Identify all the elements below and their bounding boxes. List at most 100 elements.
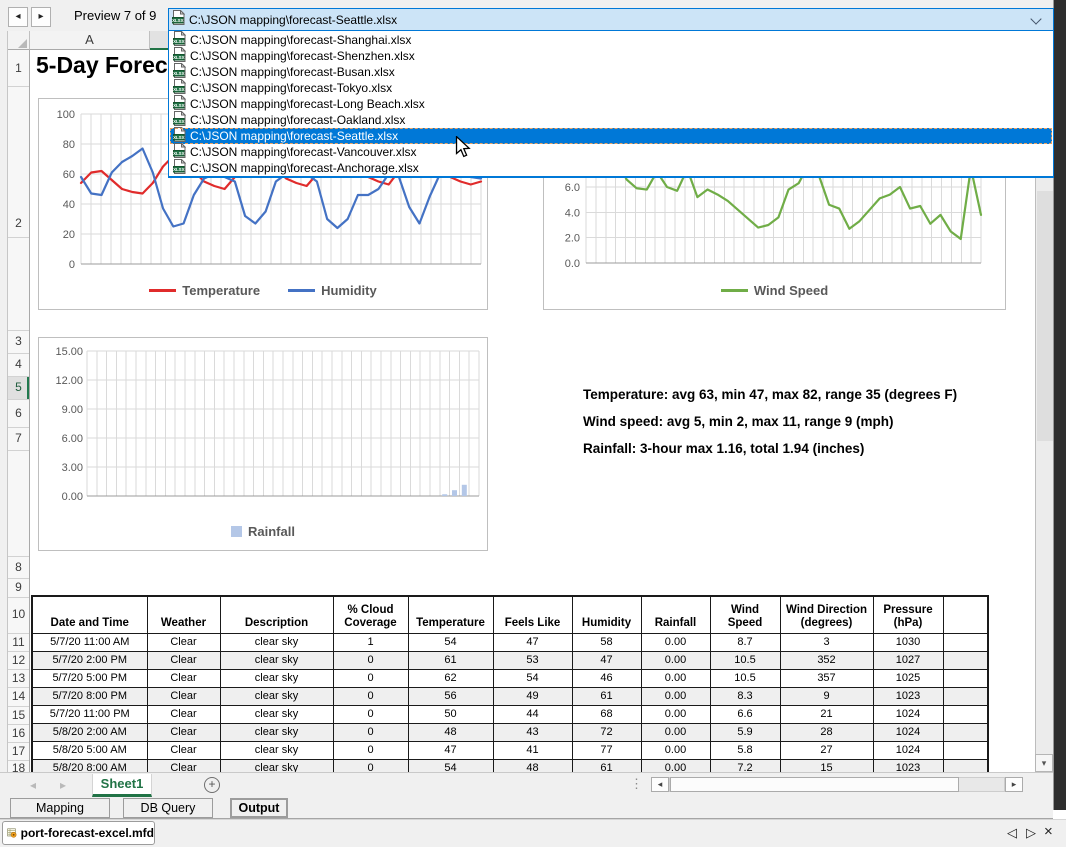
table-cell: 27 xyxy=(780,741,873,759)
row-header-divider xyxy=(8,742,29,743)
forecast-table-header: Date and TimeWeatherDescription% CloudCo… xyxy=(32,596,988,633)
row-header-8[interactable]: 8 xyxy=(8,560,29,574)
row-header-6[interactable]: 6 xyxy=(8,406,29,420)
row-header-divider xyxy=(8,86,29,87)
file-option[interactable]: XLSXC:\JSON mapping\forecast-Shenzhen.xl… xyxy=(170,48,1052,64)
table-cell: 5/7/20 8:00 PM xyxy=(32,687,147,705)
table-header-cell: Wind Direction(degrees) xyxy=(780,596,873,633)
file-option[interactable]: XLSXC:\JSON mapping\forecast-Anchorage.x… xyxy=(170,160,1052,176)
table-cell: 1030 xyxy=(873,633,943,651)
table-cell: 1024 xyxy=(873,705,943,723)
row-header-5[interactable]: 5 xyxy=(8,380,29,394)
table-cell: 58 xyxy=(572,633,641,651)
corner-triangle-icon xyxy=(18,39,27,48)
table-cell: 0 xyxy=(333,723,408,741)
doc-close-icon[interactable]: × xyxy=(1044,823,1053,840)
drag-handle-icon[interactable]: ⋮ xyxy=(630,776,643,792)
table-cell xyxy=(943,759,988,772)
column-header-a[interactable]: A xyxy=(30,31,150,50)
preview-next-button[interactable]: ▸ xyxy=(31,7,51,27)
table-header-cell xyxy=(943,596,988,633)
table-cell: 357 xyxy=(780,669,873,687)
column-header-b-partial[interactable] xyxy=(150,31,168,50)
table-cell xyxy=(943,723,988,741)
row-header-12[interactable]: 12 xyxy=(8,653,29,667)
file-option[interactable]: XLSXC:\JSON mapping\forecast-Long Beach.… xyxy=(170,96,1052,112)
table-cell xyxy=(943,669,988,687)
table-cell: 5/7/20 5:00 PM xyxy=(32,669,147,687)
file-option-label: C:\JSON mapping\forecast-Vancouver.xlsx xyxy=(190,145,417,159)
table-cell: 1027 xyxy=(873,651,943,669)
row-header-9[interactable]: 9 xyxy=(8,580,29,594)
file-option-label: C:\JSON mapping\forecast-Busan.xlsx xyxy=(190,65,395,79)
row-header-14[interactable]: 14 xyxy=(8,689,29,703)
table-cell: 72 xyxy=(572,723,641,741)
tab-mapping[interactable]: Mapping xyxy=(10,798,110,818)
scroll-left-button[interactable]: ◂ xyxy=(651,777,669,792)
table-cell: 10.5 xyxy=(710,669,780,687)
table-cell: 8.3 xyxy=(710,687,780,705)
horizontal-scrollbar-thumb[interactable] xyxy=(670,777,959,792)
row-header-divider xyxy=(8,651,29,652)
svg-text:XLSX: XLSX xyxy=(173,135,185,140)
table-cell: 5/8/20 8:00 AM xyxy=(32,759,147,772)
file-option[interactable]: XLSXC:\JSON mapping\forecast-Tokyo.xlsx xyxy=(170,80,1052,96)
table-cell: 7.2 xyxy=(710,759,780,772)
file-option[interactable]: XLSXC:\JSON mapping\forecast-Seattle.xls… xyxy=(170,128,1052,144)
table-cell: 9 xyxy=(780,687,873,705)
table-cell: Clear xyxy=(147,633,220,651)
row-header-17[interactable]: 17 xyxy=(8,744,29,758)
table-cell xyxy=(943,633,988,651)
row-header-3[interactable]: 3 xyxy=(8,334,29,348)
scroll-down-button[interactable]: ▾ xyxy=(1035,754,1053,772)
table-cell: 28 xyxy=(780,723,873,741)
sheet-tabs-prev-icon[interactable]: ◂ xyxy=(30,778,36,792)
file-option-label: C:\JSON mapping\forecast-Long Beach.xlsx xyxy=(190,97,425,111)
table-cell: 0 xyxy=(333,741,408,759)
table-header-cell: Temperature xyxy=(408,596,493,633)
add-sheet-button[interactable]: + xyxy=(204,777,220,793)
tab-db-query[interactable]: DB Query xyxy=(123,798,213,818)
table-cell: clear sky xyxy=(220,741,333,759)
tab-sheet1[interactable]: Sheet1 xyxy=(92,774,152,797)
preview-prev-button[interactable]: ◂ xyxy=(8,7,28,27)
row-header-7[interactable]: 7 xyxy=(8,431,29,445)
table-cell: 5.9 xyxy=(710,723,780,741)
row-header-15[interactable]: 15 xyxy=(8,708,29,722)
row-header-16[interactable]: 16 xyxy=(8,726,29,740)
svg-text:XLSX: XLSX xyxy=(173,55,185,60)
file-option[interactable]: XLSXC:\JSON mapping\forecast-Shanghai.xl… xyxy=(170,32,1052,48)
doc-prev-icon[interactable]: ◁ xyxy=(1007,825,1017,841)
table-cell: Clear xyxy=(147,687,220,705)
sheet-tabs-next-icon[interactable]: ▸ xyxy=(60,778,66,792)
scroll-right-button[interactable]: ▸ xyxy=(1005,777,1023,792)
table-cell: 50 xyxy=(408,705,493,723)
tab-output[interactable]: Output xyxy=(230,798,288,818)
file-option[interactable]: XLSXC:\JSON mapping\forecast-Busan.xlsx xyxy=(170,64,1052,80)
file-option[interactable]: XLSXC:\JSON mapping\forecast-Oakland.xls… xyxy=(170,112,1052,128)
row-header-2[interactable]: 2 xyxy=(8,216,29,230)
svg-text:XLSX: XLSX xyxy=(173,119,185,124)
table-cell: Clear xyxy=(147,705,220,723)
document-tab-mfd[interactable]: port-forecast-excel.mfd xyxy=(2,821,155,845)
table-cell: 6.6 xyxy=(710,705,780,723)
doc-next-icon[interactable]: ▷ xyxy=(1026,825,1036,841)
table-cell: 1024 xyxy=(873,741,943,759)
file-select-combobox[interactable]: XLSX C:\JSON mapping\forecast-Seattle.xl… xyxy=(168,8,1054,31)
row-header-4[interactable]: 4 xyxy=(8,357,29,371)
row-header-11[interactable]: 11 xyxy=(8,635,29,649)
row-header-10[interactable]: 10 xyxy=(8,607,29,621)
table-cell: 0 xyxy=(333,759,408,772)
table-cell: 0 xyxy=(333,687,408,705)
row-header-1[interactable]: 1 xyxy=(8,61,29,75)
row-header-13[interactable]: 13 xyxy=(8,671,29,685)
vertical-scrollbar-thumb[interactable] xyxy=(1037,191,1053,441)
legend-item: Humidity xyxy=(288,283,377,298)
row-header-column[interactable]: 123456789101112131415161718 xyxy=(8,50,30,772)
table-row: 5/8/20 8:00 AMClearclear sky05448610.007… xyxy=(32,759,988,772)
table-cell: 61 xyxy=(572,759,641,772)
table-cell: Clear xyxy=(147,651,220,669)
xlsx-file-icon: XLSX xyxy=(173,159,186,177)
table-cell xyxy=(943,651,988,669)
file-option[interactable]: XLSXC:\JSON mapping\forecast-Vancouver.x… xyxy=(170,144,1052,160)
